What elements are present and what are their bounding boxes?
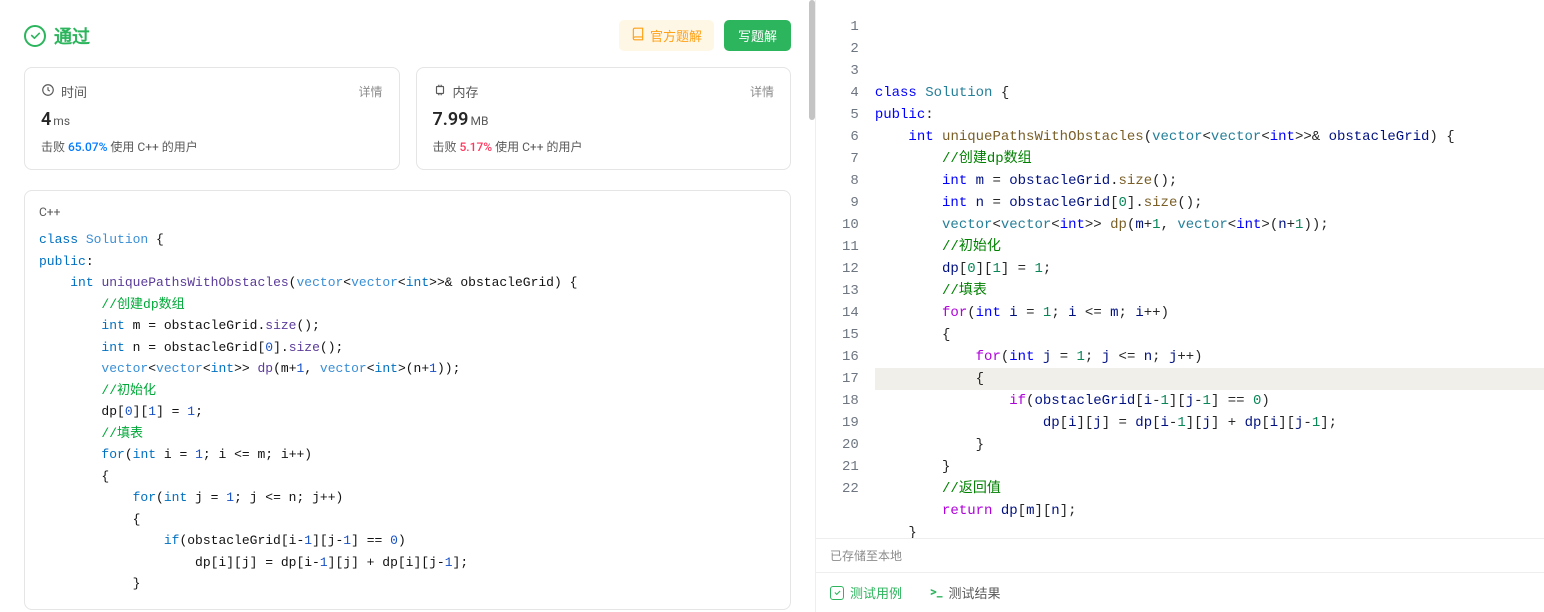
- checkbox-icon: [830, 586, 844, 600]
- clock-icon: [41, 83, 55, 101]
- pass-status: 通过: [24, 23, 90, 49]
- time-card[interactable]: 时间 详情 4ms 击败 65.07% 使用 C++ 的用户: [24, 67, 400, 170]
- code-editor[interactable]: 12345678910111213141516171819202122 clas…: [816, 0, 1544, 538]
- memory-detail-link[interactable]: 详情: [750, 83, 774, 100]
- result-header: 通过 官方题解 写题解: [24, 12, 791, 67]
- write-solution-button[interactable]: 写题解: [724, 20, 791, 51]
- editor-content[interactable]: class Solution {public: int uniquePathsW…: [875, 16, 1544, 538]
- time-label: 时间: [61, 82, 87, 101]
- editor-status-bar: 已存储至本地: [816, 538, 1544, 572]
- left-panel: 通过 官方题解 写题解 时间 详情 4ms 击败 65.07% 使用 C++ 的…: [0, 0, 816, 612]
- tab-result[interactable]: >_ 测试结果: [916, 573, 1015, 612]
- time-detail-link[interactable]: 详情: [358, 83, 382, 100]
- chip-icon: [433, 83, 447, 101]
- memory-beat-pct: 5.17%: [459, 140, 492, 154]
- book-icon: [631, 27, 645, 44]
- time-value: 4: [41, 109, 51, 130]
- tab-testcase[interactable]: 测试用例: [816, 573, 916, 612]
- submission-lang: C++: [25, 205, 790, 229]
- time-beat-pct: 65.07%: [68, 140, 107, 154]
- memory-label: 内存: [453, 82, 479, 101]
- submission-code[interactable]: class Solution {public: int uniquePathsW…: [25, 229, 790, 595]
- bottom-tab-bar: 测试用例 >_ 测试结果: [816, 572, 1544, 612]
- memory-card[interactable]: 内存 详情 7.99MB 击败 5.17% 使用 C++ 的用户: [416, 67, 792, 170]
- pass-label: 通过: [54, 23, 90, 49]
- official-solution-button[interactable]: 官方题解: [619, 20, 714, 51]
- editor-gutter: 12345678910111213141516171819202122: [816, 16, 875, 538]
- right-panel: 12345678910111213141516171819202122 clas…: [816, 0, 1544, 612]
- submission-code-box: C++ class Solution {public: int uniquePa…: [24, 190, 791, 610]
- memory-value: 7.99: [433, 109, 469, 130]
- stat-cards: 时间 详情 4ms 击败 65.07% 使用 C++ 的用户 内存 详情 7.9…: [24, 67, 791, 170]
- terminal-icon: >_: [930, 585, 943, 600]
- check-icon: [24, 25, 46, 47]
